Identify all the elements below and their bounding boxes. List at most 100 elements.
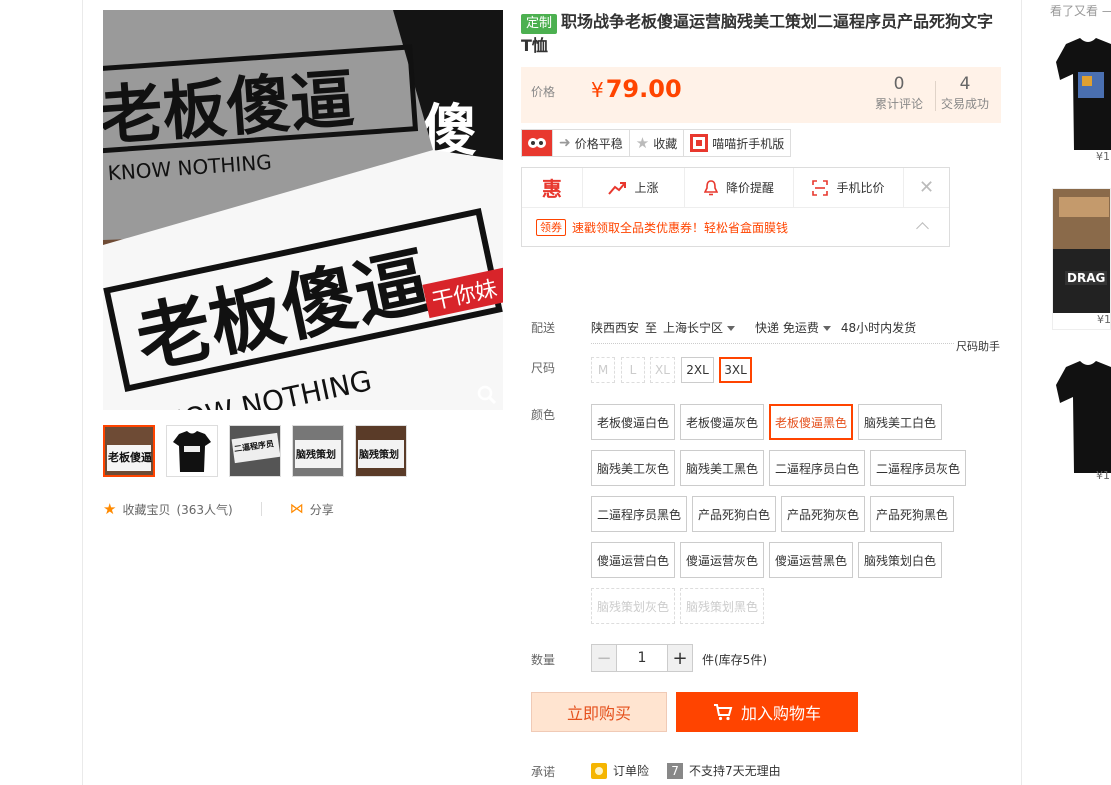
color-option[interactable]: 傻逼运营白色	[591, 542, 675, 578]
price-up-button[interactable]: 上涨	[583, 168, 686, 207]
coupon-text[interactable]: 速戳领取全品类优惠券！轻松省盒面膜钱	[572, 219, 788, 236]
review-count: 0	[893, 74, 905, 94]
tshirt-photo: 傻 老板傻逼 KNOW NOTHING 老板傻逼 干你妹 KNOW NOTHIN…	[103, 10, 503, 410]
see-also-item-1[interactable]: ¥1	[1052, 22, 1111, 162]
size-option-2xl[interactable]: 2XL	[681, 357, 714, 383]
insurance-icon	[591, 762, 607, 779]
miaomiao-logo[interactable]	[522, 130, 553, 156]
thumbnail-1[interactable]: 老板傻逼	[103, 425, 155, 477]
color-option-selected[interactable]: 老板傻逼黑色	[769, 404, 853, 440]
ship-method-select[interactable]: 快递 免运费	[755, 319, 831, 336]
favorite-link[interactable]: 收藏宝贝	[122, 501, 170, 518]
price-alert-label: 降价提醒	[725, 181, 774, 195]
color-option[interactable]: 产品死狗黑色	[870, 496, 954, 532]
share-icon[interactable]: ⋈	[290, 501, 304, 517]
color-option[interactable]: 二逼程序员灰色	[870, 450, 966, 486]
thumbnail-3[interactable]: 二逼程序员	[229, 425, 281, 477]
review-count-stat[interactable]: 0 累计评论	[869, 73, 929, 112]
color-label: 颜色	[531, 408, 556, 422]
price-up-label: 上涨	[634, 181, 659, 195]
shipping-label: 配送	[531, 321, 556, 335]
no-return-label[interactable]: 不支持7天无理由	[689, 762, 781, 779]
color-option[interactable]: 产品死狗灰色	[781, 496, 865, 532]
price-tools-bar: ➜ 价格平稳 ★ 收藏 喵喵折手机版	[521, 129, 792, 157]
size-option-3xl[interactable]: 3XL	[719, 357, 752, 383]
color-option[interactable]: 二逼程序员黑色	[591, 496, 687, 532]
ship-to-select[interactable]: 上海长宁区	[663, 319, 736, 336]
price-alert-button[interactable]: 降价提醒	[685, 168, 794, 207]
size-helper-link[interactable]: 尺码助手	[954, 338, 1000, 354]
color-option[interactable]: 老板傻逼灰色	[680, 404, 764, 440]
thumbnail-5[interactable]: 脑残策划	[355, 425, 407, 477]
thumbnail-label: 脑残策划	[296, 450, 336, 461]
shipping-row: 陕西西安 至 上海长宁区 快递 免运费 48小时内发货	[591, 319, 916, 336]
color-option[interactable]: 二逼程序员白色	[769, 450, 865, 486]
caret-down-icon	[727, 326, 736, 331]
color-option[interactable]: 老板傻逼白色	[591, 404, 675, 440]
coupon-row[interactable]: 领券 速戳领取全品类优惠券！轻松省盒面膜钱	[536, 219, 788, 236]
size-option-xl: XL	[650, 357, 675, 383]
product-title: 职场战争老板傻逼运营脑残美工策划二逼程序员产品死狗文字T恤	[521, 12, 994, 55]
owl-icon	[522, 130, 552, 156]
mobile-compare-button[interactable]: 手机比价	[794, 168, 905, 207]
size-label: 尺码	[531, 361, 556, 375]
sales-count-label: 交易成功	[940, 97, 989, 111]
dotted-divider	[591, 343, 1000, 344]
price-value: ¥79.00	[591, 75, 682, 103]
add-to-cart-button[interactable]: 加入购物车	[676, 692, 858, 732]
popularity-count: (363人气)	[176, 502, 233, 517]
color-option[interactable]: 脑残策划白色	[858, 542, 942, 578]
price-assistant-panel: 惠 上涨 降价提醒 手机比价 ✕ 领券 速戳领取全品类优惠券！轻松省盒面膜钱	[521, 167, 950, 247]
caret-down-icon	[822, 326, 831, 331]
add-to-cart-label: 加入购物车	[740, 704, 821, 723]
see-also-item-text: DRAG	[1065, 271, 1108, 285]
price-trend-label: 价格平稳	[574, 136, 623, 151]
buy-now-button[interactable]: 立即购买	[531, 692, 667, 732]
color-option-disabled: 脑残策划黑色	[680, 588, 764, 624]
product-title-block: 定制 职场战争老板傻逼运营脑残美工策划二逼程序员产品死狗文字T恤	[521, 10, 1001, 57]
color-option[interactable]: 脑残美工灰色	[591, 450, 675, 486]
mobile-version-button[interactable]: 喵喵折手机版	[684, 130, 790, 156]
zoom-icon[interactable]	[476, 384, 498, 406]
size-option-m: M	[591, 357, 615, 383]
ship-from: 陕西西安	[591, 321, 640, 335]
ship-to-word: 至	[645, 321, 658, 335]
see-also-item-2[interactable]: DRAG ¥1	[1052, 188, 1111, 330]
promise-label: 承诺	[531, 765, 556, 779]
quantity-input[interactable]: 1	[617, 644, 667, 672]
quantity-decrease-button[interactable]: −	[591, 644, 617, 672]
price-trend-button[interactable]: ➜ 价格平稳	[553, 130, 630, 156]
promise-row: 订单险 7 不支持7天无理由	[591, 762, 781, 779]
stock-info: 件(库存5件)	[702, 653, 767, 667]
main-product-image[interactable]: 傻 老板傻逼 KNOW NOTHING 老板傻逼 干你妹 KNOW NOTHIN…	[103, 10, 503, 410]
star-icon: ★	[635, 134, 650, 152]
social-row: ★ 收藏宝贝 (363人气) ⋈ 分享	[103, 500, 334, 518]
color-option[interactable]: 脑残美工白色	[858, 404, 942, 440]
ship-to: 上海长宁区	[663, 321, 724, 335]
color-option[interactable]: 脑残美工黑色	[680, 450, 764, 486]
share-link[interactable]: 分享	[310, 501, 334, 518]
color-option-disabled: 脑残策划灰色	[591, 588, 675, 624]
close-assistant-button[interactable]: ✕	[904, 168, 949, 207]
review-count-label: 累计评论	[874, 97, 923, 111]
color-option[interactable]: 傻逼运营灰色	[680, 542, 764, 578]
color-option[interactable]: 产品死狗白色	[692, 496, 776, 532]
custom-tag-badge: 定制	[521, 14, 558, 34]
shopping-cart-icon	[713, 704, 733, 721]
quantity-increase-button[interactable]: +	[667, 644, 693, 672]
color-option[interactable]: 傻逼运营黑色	[769, 542, 853, 578]
black-tshirt-image	[1056, 38, 1111, 150]
collect-button[interactable]: ★ 收藏	[630, 130, 685, 156]
insurance-label[interactable]: 订单险	[613, 762, 649, 779]
thumbnail-4[interactable]: 脑残策划	[292, 425, 344, 477]
dispatch-time: 48小时内发货	[840, 321, 917, 335]
favorite-star-icon[interactable]: ★	[103, 500, 116, 518]
thumbnail-2[interactable]	[166, 425, 218, 477]
black-tshirt-image	[1056, 361, 1111, 473]
hui-logo[interactable]: 惠	[522, 168, 583, 207]
collapse-chevron-icon[interactable]	[916, 222, 929, 235]
bell-icon	[703, 179, 718, 195]
close-icon: ✕	[919, 177, 935, 198]
hui-logo-text: 惠	[541, 177, 562, 201]
see-also-item-3[interactable]: ¥1	[1052, 345, 1111, 485]
